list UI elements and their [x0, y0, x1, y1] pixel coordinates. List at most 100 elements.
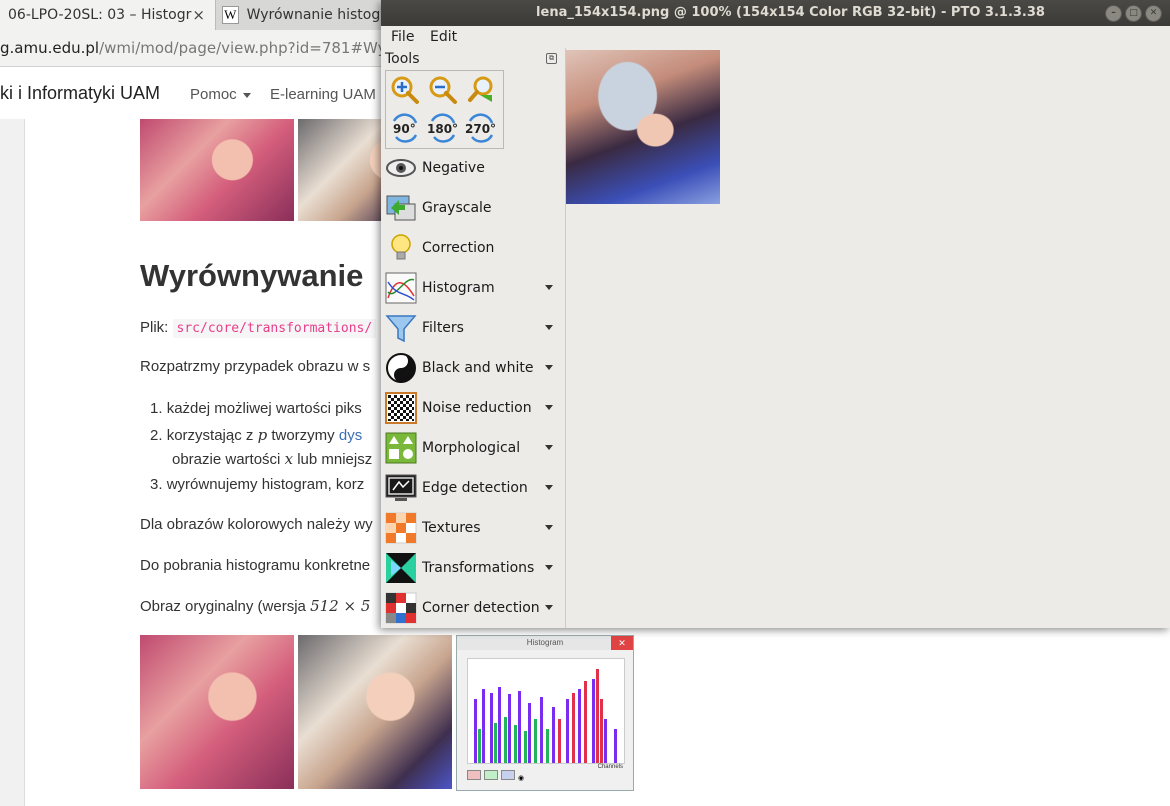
histogram-bars	[468, 659, 624, 763]
url-host: g.amu.edu.pl	[0, 39, 100, 57]
tool-edge-detection-dropdown[interactable]: Edge detection	[385, 469, 561, 507]
tool-correction-button[interactable]: Correction	[385, 229, 561, 267]
nav-elearning[interactable]: E-learning UAM	[270, 86, 376, 103]
wikipedia-logo-icon: W	[222, 6, 239, 24]
minimize-button[interactable]: –	[1105, 5, 1122, 22]
chevron-down-icon	[545, 365, 553, 370]
list-text: wyrównujemy histogram, korz	[166, 476, 365, 493]
lightbulb-icon	[385, 232, 417, 264]
edge-icon	[385, 472, 417, 504]
page-heading: Wyrównywanie	[140, 258, 364, 293]
tool-histogram-dropdown[interactable]: Histogram	[385, 269, 561, 307]
corner-icon	[385, 592, 417, 624]
close-tab-icon[interactable]: ×	[192, 6, 205, 24]
transform-icon	[385, 552, 417, 584]
zoom-out-button[interactable]	[426, 73, 460, 107]
zoom-in-button[interactable]	[388, 73, 422, 107]
lena-original-image-top	[140, 119, 294, 221]
paragraph-text: Obraz oryginalny (wersja	[140, 598, 306, 615]
tool-morphological-dropdown[interactable]: Morphological	[385, 429, 561, 467]
chevron-down-icon	[545, 285, 553, 290]
tool-black-and-white-dropdown[interactable]: Black and white	[385, 349, 561, 387]
eye-icon	[385, 152, 417, 184]
site-brand[interactable]: ki i Informatyki UAM	[0, 83, 160, 104]
rotate-90-label: 90°	[393, 122, 416, 136]
rotate-270-icon: 270°	[465, 113, 496, 143]
menu-edit[interactable]: Edit	[430, 29, 457, 45]
tool-filters-dropdown[interactable]: Filters	[385, 309, 561, 347]
menu-bar: File Edit	[381, 26, 1170, 48]
nav-pomoc[interactable]: Pomoc	[190, 86, 251, 103]
browser-tab-course[interactable]: 06-LPO-20SL: 03 – Histogr ×	[0, 0, 216, 30]
lena-equalized-image	[298, 635, 452, 789]
rotate-90-icon: 90°	[392, 113, 418, 143]
list-text: lub mniejsz	[297, 451, 373, 468]
shapes-icon	[385, 432, 417, 464]
tool-label: Histogram	[422, 280, 495, 296]
list-num: 2.	[150, 427, 163, 444]
rotate-90-button[interactable]: 90°	[388, 111, 422, 145]
list-text: korzystając z	[166, 427, 254, 444]
window-title: lena_154x154.png @ 100% (154x154 Color R…	[536, 5, 1045, 20]
tool-corner-detection-dropdown[interactable]: Corner detection	[385, 589, 561, 627]
tool-noise-reduction-dropdown[interactable]: Noise reduction	[385, 389, 561, 427]
tool-label: Corner detection	[422, 600, 540, 616]
funnel-icon	[385, 312, 417, 344]
histogram-plot	[467, 658, 625, 764]
zoom-fit-icon	[468, 76, 493, 102]
maximize-button[interactable]: □	[1125, 5, 1142, 22]
tool-negative-button[interactable]: Negative	[385, 149, 561, 187]
chevron-down-icon	[545, 525, 553, 530]
yin-yang-icon	[385, 352, 417, 384]
tool-grayscale-button[interactable]: Grayscale	[385, 189, 561, 227]
chevron-down-icon	[545, 325, 553, 330]
math-var: p	[257, 426, 268, 444]
tool-label: Transformations	[422, 560, 535, 576]
browser-tab-wikipedia[interactable]: W Wyrównanie histogr	[216, 0, 386, 30]
tools-dock-title: Tools	[385, 51, 420, 67]
image-canvas[interactable]	[566, 48, 1170, 628]
tool-label: Morphological	[422, 440, 521, 456]
paragraph: Do pobrania histogramu konkretne	[140, 557, 371, 574]
pto-titlebar[interactable]: lena_154x154.png @ 100% (154x154 Color R…	[381, 0, 1170, 26]
histogram-icon	[385, 272, 417, 304]
list-text: każdej możliwej wartości piks	[166, 400, 362, 417]
tool-transformations-dropdown[interactable]: Transformations	[385, 549, 561, 587]
rotate-180-button[interactable]: 180°	[426, 111, 460, 145]
list-item-continued: obrazie wartości x lub mniejsz	[172, 450, 372, 468]
red-channel-toggle	[467, 770, 481, 780]
page-left-margin	[0, 119, 25, 806]
grayscale-icon	[385, 192, 417, 224]
list-link[interactable]: dys	[339, 427, 362, 444]
tools-dock: Tools ⧉ 90° 180° 270° Negative Grayscale…	[381, 48, 565, 628]
histogram-window-title: Histogram	[526, 638, 564, 647]
zoom-fit-button[interactable]	[464, 73, 498, 107]
dock-float-button[interactable]: ⧉	[546, 53, 557, 64]
menu-file[interactable]: File	[391, 29, 414, 45]
chevron-down-icon	[545, 445, 553, 450]
chevron-down-icon	[545, 485, 553, 490]
file-path: src/core/transformations/	[172, 319, 377, 338]
tool-textures-dropdown[interactable]: Textures	[385, 509, 561, 547]
histogram-channel-toggles: ◉	[467, 770, 524, 782]
tab-label: Wyrównanie histogr	[246, 7, 386, 23]
green-channel-toggle	[484, 770, 498, 780]
list-num: 1.	[150, 400, 163, 417]
window-controls: – □ ✕	[1105, 5, 1162, 22]
checkerboard-icon	[385, 392, 417, 424]
nav-pomoc-label: Pomoc	[190, 86, 237, 103]
histogram-screenshot: Histogram ✕ Channels ◉	[456, 635, 634, 791]
file-label: Plik:	[140, 319, 169, 336]
list-text: tworzymy	[271, 427, 335, 444]
paragraph: Obraz oryginalny (wersja 512 × 5	[140, 597, 370, 615]
list-item: 3. wyrównujemy histogram, korz	[150, 476, 364, 493]
blue-channel-toggle	[501, 770, 515, 780]
pto-window: lena_154x154.png @ 100% (154x154 Color R…	[381, 0, 1170, 628]
tool-label: Grayscale	[422, 200, 492, 216]
chevron-down-icon	[545, 405, 553, 410]
rotate-270-button[interactable]: 270°	[464, 111, 498, 145]
close-button[interactable]: ✕	[1145, 5, 1162, 22]
chevron-down-icon	[242, 92, 251, 98]
math-expression: 512 × 5	[310, 597, 371, 615]
tool-label: Black and white	[422, 360, 534, 376]
